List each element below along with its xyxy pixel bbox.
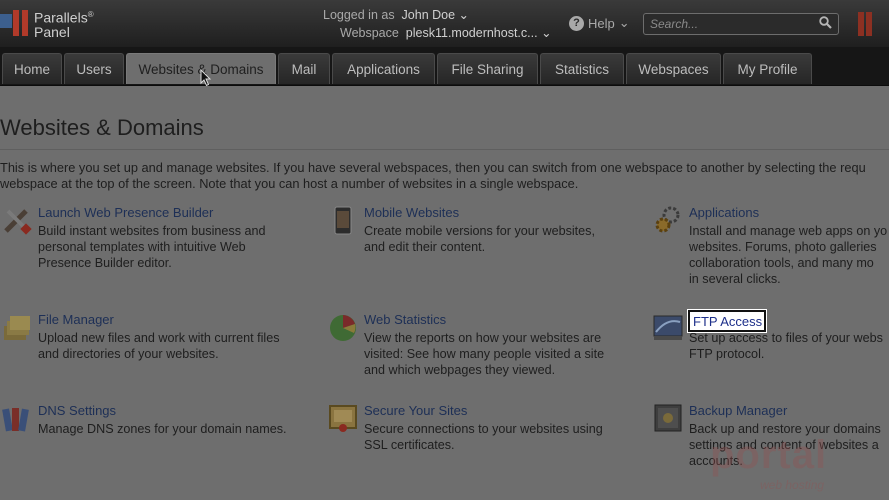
page-intro: This is where you set up and manage webs… <box>0 160 866 191</box>
tab-applications[interactable]: Applications <box>332 53 435 84</box>
search-input[interactable] <box>650 16 810 32</box>
chevron-down-icon: ⌄ <box>618 15 630 30</box>
feature-description: View the reports on how your websites ar… <box>364 331 605 377</box>
tab-mail[interactable]: Mail <box>278 53 330 84</box>
help-icon: ? <box>569 15 584 31</box>
webspace-line: Webspace plesk11.modernhost.c... ⌄ <box>340 26 552 40</box>
safe-icon <box>654 404 682 432</box>
brand-name: Parallels® Panel <box>34 9 94 40</box>
chevron-down-icon: ⌄ <box>541 26 552 40</box>
gears-icon <box>655 206 680 233</box>
tab-statistics[interactable]: Statistics <box>540 53 624 84</box>
applications-link[interactable]: Applications <box>689 205 759 220</box>
web-statistics-link[interactable]: Web Statistics <box>364 312 446 327</box>
feature-description: Create mobile versions for your websites… <box>364 224 595 254</box>
chevron-down-icon: ⌄ <box>458 8 470 22</box>
logged-in-line: Logged in as John Doe ⌄ <box>323 8 470 22</box>
feature-description: Set up access to files of your webs FTP p… <box>689 331 883 361</box>
main-tabs: Home Users Websites & Domains Mail Appli… <box>0 47 889 86</box>
user-menu[interactable]: John Doe <box>402 8 456 22</box>
ftp-access-link[interactable]: FTP Access <box>688 310 766 332</box>
folders-icon <box>4 316 30 340</box>
feature-description: Secure connections to your websites usin… <box>364 422 603 452</box>
secure-your-sites-link[interactable]: Secure Your Sites <box>364 403 467 418</box>
launch-web-presence-builder-link[interactable]: Launch Web Presence Builder <box>38 205 213 220</box>
ftp-icon <box>653 315 683 340</box>
dns-settings-link[interactable]: DNS Settings <box>38 403 116 418</box>
page-title: Websites & Domains <box>0 115 204 140</box>
books-icon <box>2 408 29 432</box>
parallels-logo-icon <box>0 8 30 38</box>
divider <box>0 149 889 150</box>
tab-my-profile[interactable]: My Profile <box>723 53 812 84</box>
wrench-icon <box>4 209 32 235</box>
file-manager-link[interactable]: File Manager <box>38 312 114 327</box>
watermark-logo: portal <box>710 433 828 477</box>
search-box <box>643 13 839 35</box>
mouse-cursor-icon <box>200 69 212 87</box>
backup-manager-link[interactable]: Backup Manager <box>689 403 787 418</box>
mobile-websites-link[interactable]: Mobile Websites <box>364 205 459 220</box>
certificate-icon <box>329 405 357 432</box>
watermark-subtext: web hosting <box>760 478 825 492</box>
top-header: Parallels® Panel Logged in as John Doe ⌄… <box>0 0 889 47</box>
tab-users[interactable]: Users <box>64 53 124 84</box>
tab-webspaces[interactable]: Webspaces <box>626 53 721 84</box>
tab-file-sharing[interactable]: File Sharing <box>437 53 538 84</box>
feature-description: Install and manage web apps on yo website… <box>689 224 888 286</box>
tab-home[interactable]: Home <box>2 53 62 84</box>
search-icon[interactable] <box>819 16 832 33</box>
pie-chart-icon <box>330 315 356 341</box>
feature-description: Manage DNS zones for your domain names. <box>38 422 287 436</box>
mobile-icon <box>334 206 352 235</box>
help-menu[interactable]: ? Help ⌄ <box>569 15 630 31</box>
feature-description: Upload new files and work with current f… <box>38 331 280 361</box>
parallels-logo-icon <box>854 12 889 36</box>
webspace-selector[interactable]: plesk11.modernhost.c... <box>406 26 538 40</box>
feature-description: Build instant websites from business and… <box>38 224 266 270</box>
